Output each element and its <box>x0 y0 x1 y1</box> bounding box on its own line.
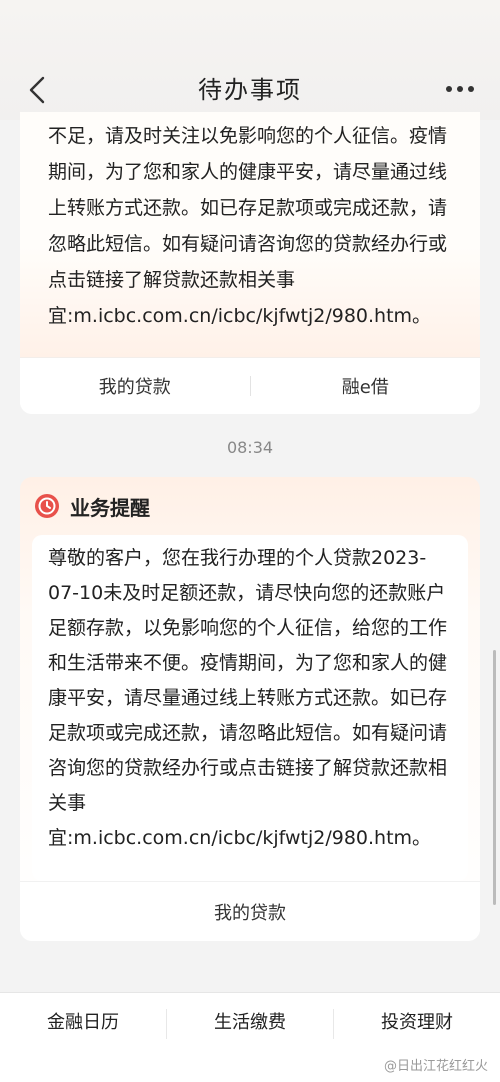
card-header: 业务提醒 <box>20 477 480 535</box>
tab-financial-calendar[interactable]: 金融日历 <box>0 1009 166 1037</box>
page-title: 待办事项 <box>198 76 302 104</box>
more-dots-icon <box>446 86 474 92</box>
my-loans-button[interactable]: 我的贷款 <box>20 373 250 399</box>
message-card: 不足，请及时关注以免影响您的个人征信。疫情期间，为了您和家人的健康平安，请尽量通… <box>20 112 480 414</box>
my-loans-button[interactable]: 我的贷款 <box>20 899 480 925</box>
watermark: @日出江花红红火 <box>383 1059 488 1074</box>
more-button[interactable] <box>440 74 480 104</box>
business-reminder-card: 业务提醒 尊敬的客户，您在我行办理的个人贷款2023-07-10未及时足额还款，… <box>20 477 480 941</box>
message-text: 尊敬的客户，您在我行办理的个人贷款2023-07-10未及时足额还款，请尽快向您… <box>32 535 468 881</box>
rong-e-jie-button[interactable]: 融e借 <box>251 373 481 399</box>
scrollbar[interactable] <box>493 650 496 905</box>
clock-icon <box>34 493 60 519</box>
message-text: 不足，请及时关注以免影响您的个人征信。疫情期间，为了您和家人的健康平安，请尽量通… <box>20 112 480 357</box>
top-bar: 待办事项 <box>0 0 500 120</box>
card-actions: 我的贷款 <box>20 881 480 941</box>
card-label: 业务提醒 <box>70 495 150 520</box>
tab-bill-payment[interactable]: 生活缴费 <box>167 1009 333 1037</box>
message-timestamp: 08:34 <box>226 438 274 457</box>
tab-investment[interactable]: 投资理财 <box>334 1009 500 1037</box>
card-actions: 我的贷款 融e借 <box>20 357 480 414</box>
